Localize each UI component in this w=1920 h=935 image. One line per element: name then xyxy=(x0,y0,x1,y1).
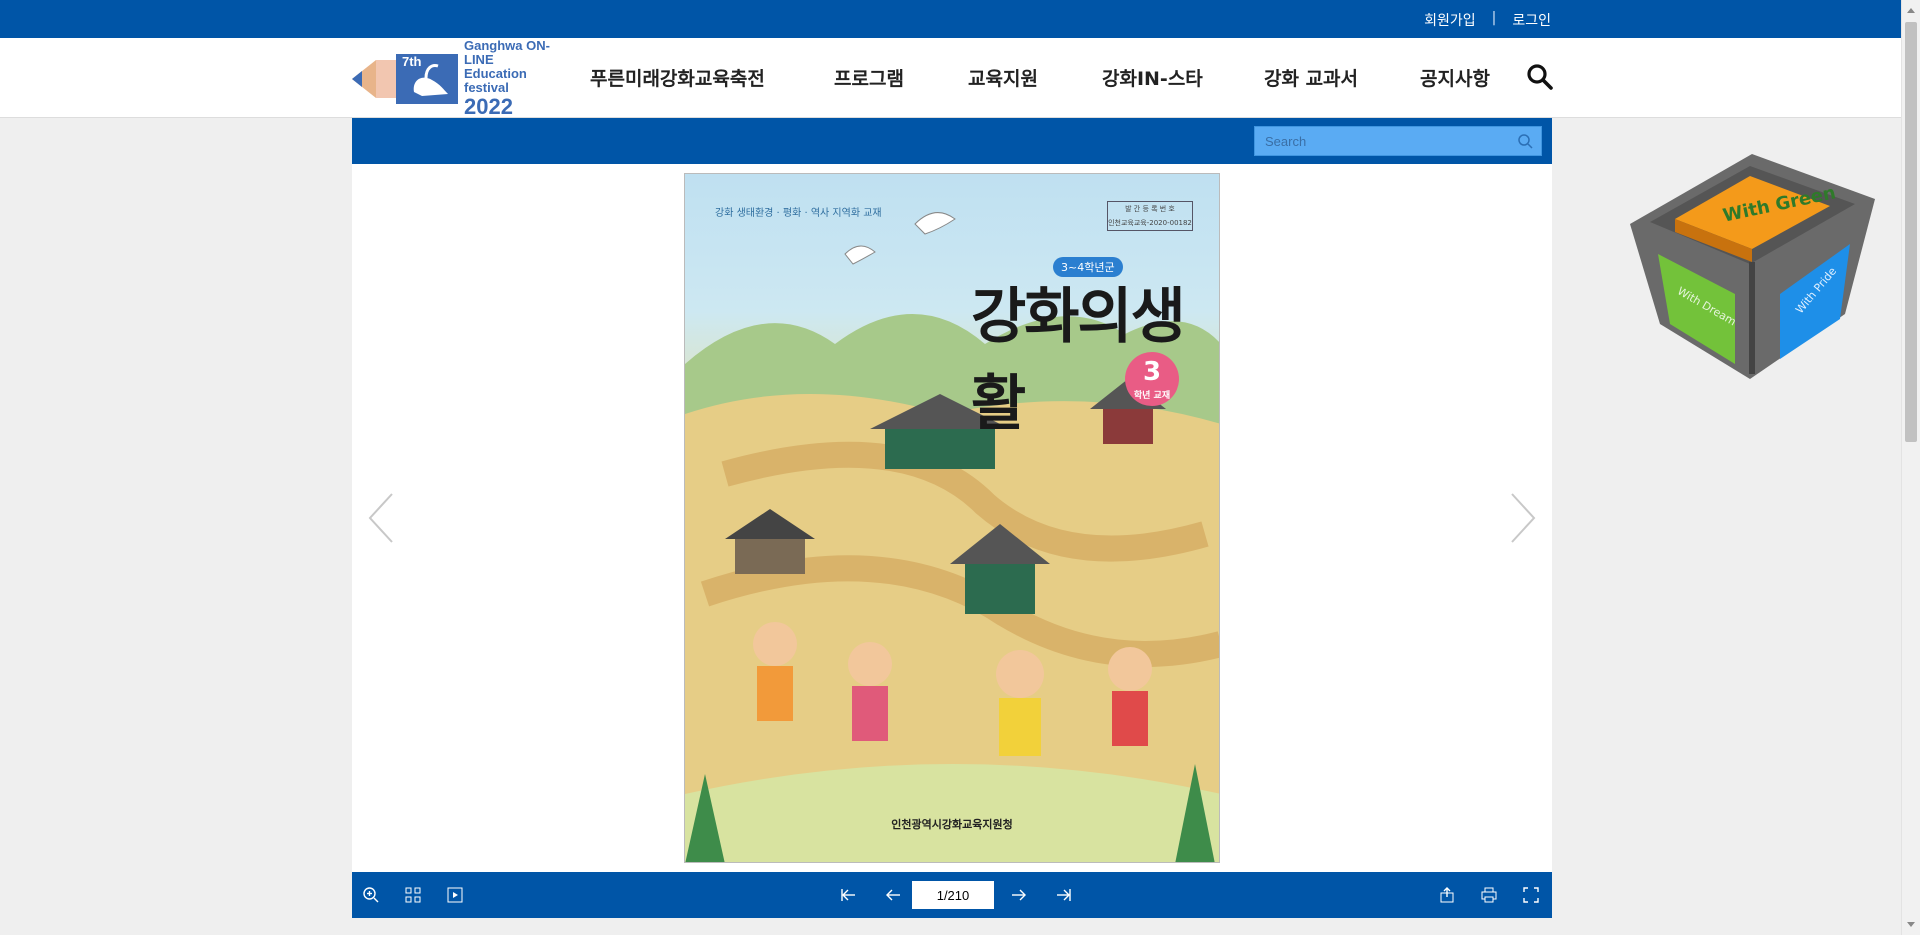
nav-item-support[interactable]: 교육지원 xyxy=(968,64,1102,91)
grade-badge-text: 학년 교재 xyxy=(1133,391,1171,401)
logo-pencil-icon: 7th xyxy=(352,50,458,108)
with-cube-widget[interactable]: With Green With Dream With Pride xyxy=(1630,144,1875,379)
logo-year: 2022 xyxy=(464,94,513,119)
scroll-up-icon[interactable] xyxy=(1907,8,1915,13)
slideshow-icon[interactable] xyxy=(446,886,464,904)
cover-title: 강화의생활 xyxy=(971,282,1186,439)
cover-subtitle: 강화 생태환경 · 평화 · 역사 지역화 교재 xyxy=(715,208,882,219)
book-cover[interactable]: 강화 생태환경 · 평화 · 역사 지역화 교재 발 간 등 록 번 호 인천교… xyxy=(684,173,1220,863)
last-page-icon[interactable] xyxy=(1055,886,1073,904)
nav-item-instar[interactable]: 강화IN-스타 xyxy=(1102,64,1264,91)
join-link[interactable]: 회원가입 xyxy=(1424,10,1476,30)
share-icon[interactable] xyxy=(1438,886,1456,904)
login-link[interactable]: 로그인 xyxy=(1512,10,1551,30)
festival-logo[interactable]: 7th Ganghwa ON-LINE Education festival 2… xyxy=(352,39,567,119)
logo-line2: Education festival xyxy=(464,66,527,95)
nav-item-textbook[interactable]: 강화 교과서 xyxy=(1264,64,1420,91)
scroll-down-icon[interactable] xyxy=(1907,922,1915,927)
logo-edition: 7th xyxy=(402,54,422,69)
cover-publisher: 인천광역시강화교육지원청 xyxy=(891,818,1013,831)
nav-item-program[interactable]: 프로그램 xyxy=(834,64,968,91)
scroll-thumb[interactable] xyxy=(1905,22,1917,442)
registration-line1: 발 간 등 록 번 호 xyxy=(1125,205,1175,213)
logo-text: Ganghwa ON-LINE Education festival 2022 xyxy=(464,39,567,119)
grade-badge: 3 학년 교재 xyxy=(1125,352,1179,406)
fullscreen-icon[interactable] xyxy=(1522,886,1540,904)
previous-page-icon[interactable] xyxy=(884,886,902,904)
logo-line1: Ganghwa ON-LINE xyxy=(464,38,550,67)
viewer-search-input[interactable] xyxy=(1255,127,1541,155)
grade-badge-number: 3 xyxy=(1142,357,1162,387)
viewer-controls xyxy=(352,872,1552,918)
search-icon[interactable] xyxy=(1526,63,1554,91)
next-page-icon[interactable] xyxy=(1010,886,1028,904)
thumbnails-grid-icon[interactable] xyxy=(404,886,422,904)
account-separator: | xyxy=(1491,10,1497,26)
viewer-search-icon[interactable] xyxy=(1517,133,1533,149)
flipbook-viewer: 강화 생태환경 · 평화 · 역사 지역화 교재 발 간 등 록 번 호 인천교… xyxy=(352,118,1552,918)
page-number-input[interactable] xyxy=(912,881,994,909)
first-page-icon[interactable] xyxy=(839,886,857,904)
top-bar: 회원가입 | 로그인 xyxy=(0,0,1901,38)
main-nav: 푸른미래강화교육축전 프로그램 교육지원 강화IN-스타 강화 교과서 공지사항 xyxy=(590,64,1490,91)
zoom-in-icon[interactable] xyxy=(362,886,380,904)
site-header: 7th Ganghwa ON-LINE Education festival 2… xyxy=(0,38,1901,119)
nav-item-festival[interactable]: 푸른미래강화교육축전 xyxy=(590,64,834,91)
nav-item-notice[interactable]: 공지사항 xyxy=(1420,64,1490,91)
registration-box: 발 간 등 록 번 호 인천교육교육-2020-00182 xyxy=(1107,201,1193,231)
next-page-arrow-icon[interactable] xyxy=(1508,492,1538,544)
print-icon[interactable] xyxy=(1480,886,1498,904)
viewer-toolbar xyxy=(352,118,1552,164)
prev-page-arrow-icon[interactable] xyxy=(366,492,396,544)
registration-line2: 인천교육교육-2020-00182 xyxy=(1108,219,1192,227)
page-scrollbar[interactable] xyxy=(1901,0,1920,935)
account-links: 회원가입 | 로그인 xyxy=(1424,10,1551,30)
viewer-search xyxy=(1254,126,1542,156)
